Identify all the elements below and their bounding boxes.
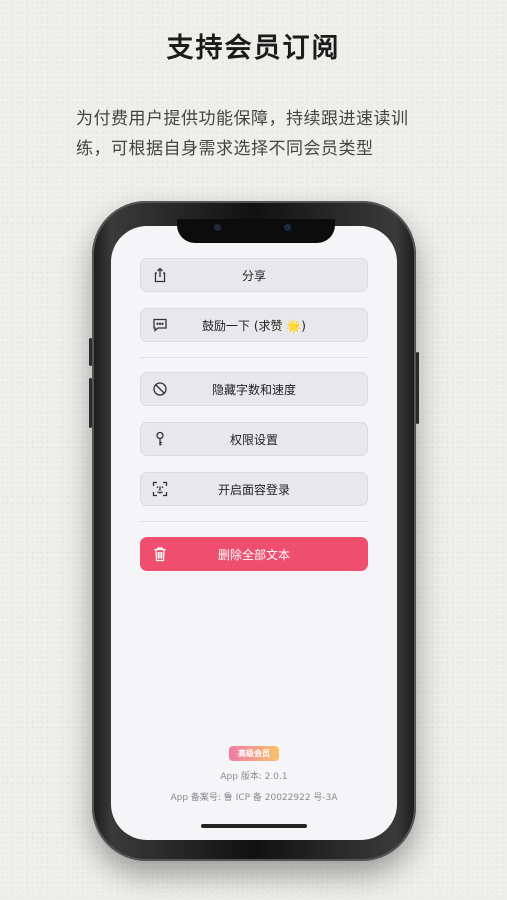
key-icon (151, 430, 169, 448)
front-sensor-icon (284, 224, 291, 231)
share-button[interactable]: 分享 (140, 258, 368, 292)
home-indicator[interactable] (201, 824, 307, 828)
trash-icon (151, 545, 169, 563)
face-id-icon (151, 480, 169, 498)
app-version: App 版本: 2.0.1 (220, 772, 288, 782)
icp-record: App 备案号: 鲁 ICP 备 20022922 号-3A (170, 793, 338, 803)
phone-side-button-right (416, 352, 419, 424)
hide-stats-button[interactable]: 隐藏字数和速度 (140, 372, 368, 406)
encourage-label: 鼓励一下 (求赞 🌟) (202, 318, 306, 333)
promo-subline-2: 练，可根据自身需求选择不同会员类型 (76, 139, 374, 159)
phone-side-button-left-1 (89, 338, 92, 366)
front-camera-icon (214, 224, 221, 231)
delete-all-button[interactable]: 删除全部文本 (140, 537, 368, 571)
hide-stats-label: 隐藏字数和速度 (211, 382, 296, 397)
promo-subline-1: 为付费用户提供功能保障，持续跟进速读训 (76, 109, 409, 129)
permissions-button[interactable]: 权限设置 (140, 422, 368, 456)
chat-bubble-icon (151, 316, 169, 334)
premium-badge[interactable]: 高级会员 (229, 746, 279, 761)
phone-notch (177, 219, 335, 243)
share-icon (151, 266, 169, 284)
face-login-label: 开启面容登录 (217, 482, 290, 497)
permissions-label: 权限设置 (229, 432, 278, 447)
phone-side-button-left-2 (89, 378, 92, 428)
delete-all-label: 删除全部文本 (217, 547, 290, 562)
share-label: 分享 (241, 268, 266, 283)
promo-headline: 支持会员订阅 (166, 33, 341, 64)
menu-divider-1 (140, 357, 368, 358)
encourage-button[interactable]: 鼓励一下 (求赞 🌟) (140, 308, 368, 342)
face-login-button[interactable]: 开启面容登录 (140, 472, 368, 506)
hidden-circle-icon (151, 380, 169, 398)
menu-divider-2 (140, 521, 368, 522)
